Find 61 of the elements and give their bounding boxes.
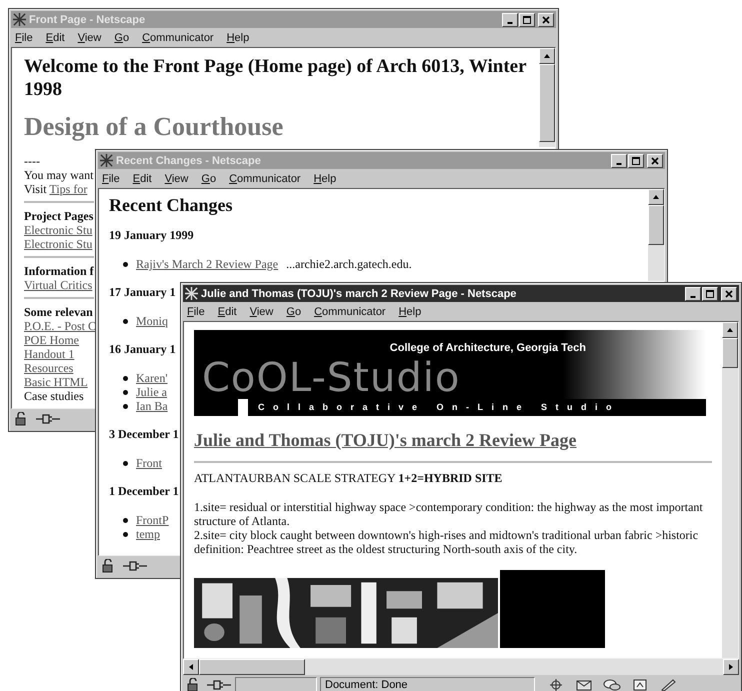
date-heading: 19 January 1999 bbox=[109, 228, 194, 243]
page-text: ---- bbox=[24, 154, 40, 168]
page-link[interactable]: Handout 1 bbox=[24, 346, 74, 361]
page-link[interactable]: Virtual Critics bbox=[24, 278, 92, 292]
page-subheading: Design of a Courthouse bbox=[24, 112, 284, 142]
menu-item[interactable]: View bbox=[164, 172, 188, 184]
menu-item[interactable]: Edit bbox=[46, 32, 65, 44]
page-heading-link[interactable]: Julie and Thomas (TOJU)'s march 2 Review Page bbox=[194, 430, 577, 450]
page-link[interactable]: Tips for bbox=[49, 182, 88, 196]
window-title: Front Page - Netscape bbox=[29, 14, 146, 26]
banner-tagline: Collaborative On-Line Studio bbox=[238, 399, 706, 416]
page-heading: Recent Changes bbox=[109, 195, 234, 216]
menu-item[interactable]: Communicator bbox=[142, 32, 214, 44]
page-link[interactable]: POE Home bbox=[24, 332, 79, 347]
menu-item[interactable]: View bbox=[250, 306, 274, 318]
section-heading: Information f bbox=[24, 264, 94, 278]
menu-item[interactable]: Help bbox=[398, 306, 422, 318]
page-link[interactable]: Resources bbox=[24, 360, 74, 375]
page-link[interactable]: Karen' bbox=[136, 371, 168, 385]
page-text: Case studies bbox=[24, 388, 84, 403]
page-link[interactable]: Julie a bbox=[136, 385, 167, 399]
banner-subtitle: College of Architecture, Georgia Tech bbox=[390, 342, 586, 354]
menu-item[interactable]: Help bbox=[314, 172, 336, 184]
menu-item[interactable]: View bbox=[78, 32, 102, 44]
page-link[interactable]: Electronic Stu bbox=[24, 222, 92, 237]
page-text: ...archie2.arch.gatech.edu. bbox=[286, 257, 412, 271]
page-heading: Welcome to the Front Page (Home page) of Arch 6013, Winter 1998 bbox=[24, 56, 528, 102]
page-link[interactable]: Electronic Stu bbox=[24, 236, 92, 251]
page-link[interactable]: Basic HTML bbox=[24, 374, 88, 389]
section-heading: Some relevan bbox=[24, 304, 93, 319]
window-title: Julie and Thomas (TOJU)'s march 2 Review Page - Netscape bbox=[201, 288, 516, 300]
menu-item[interactable]: Help bbox=[226, 32, 250, 44]
menu-item[interactable]: Go bbox=[201, 172, 216, 184]
window-title: Recent Changes - Netscape bbox=[116, 154, 261, 166]
page-text: ATLANTAURBAN SCALE STRATEGY 1+2=HYBRID SITE bbox=[194, 471, 504, 486]
page-link[interactable]: Moniq bbox=[136, 314, 168, 328]
date-heading: 3 December 1 bbox=[109, 427, 179, 442]
page-link[interactable]: FrontP bbox=[136, 513, 169, 527]
menu-item[interactable]: File bbox=[187, 306, 205, 318]
menu-item[interactable]: Edit bbox=[218, 306, 237, 318]
page-link[interactable]: Front bbox=[136, 456, 162, 470]
section-heading: Project Pages bbox=[24, 208, 94, 223]
logo-text: CoOL-Studio bbox=[202, 358, 460, 398]
page-link[interactable]: temp bbox=[136, 527, 160, 541]
menu-item[interactable]: Go bbox=[286, 306, 302, 318]
page-link[interactable]: Rajiv's March 2 Review Page bbox=[136, 257, 278, 271]
menu-item[interactable]: Communicator bbox=[314, 306, 386, 318]
menu-item[interactable]: File bbox=[102, 172, 120, 184]
paragraph: 2.site= city block caught between downtown's high-rises and midtown's traditional urban fabric >historic definition: Peachtree street as the oldest structuring North-south axis of the city. bbox=[194, 528, 700, 556]
page-text: You may want bbox=[24, 168, 94, 182]
paragraph: 1.site= residual or interstitial highway space >contemporary condition: the highway as the most important structure of Atlanta. bbox=[194, 500, 704, 528]
date-heading: 1 December 1 bbox=[109, 484, 179, 499]
status-text: Document: Done bbox=[320, 677, 535, 691]
page-link[interactable]: Ian Ba bbox=[136, 399, 168, 413]
menu-item[interactable]: File bbox=[15, 32, 33, 44]
menu-item[interactable]: Edit bbox=[132, 172, 152, 184]
date-heading: 16 January 1 bbox=[109, 342, 176, 357]
menu-item[interactable]: Go bbox=[114, 32, 130, 44]
page-text: Visit bbox=[24, 182, 47, 196]
menu-item[interactable]: Communicator bbox=[229, 172, 301, 184]
date-heading: 17 January 1 bbox=[109, 285, 176, 300]
